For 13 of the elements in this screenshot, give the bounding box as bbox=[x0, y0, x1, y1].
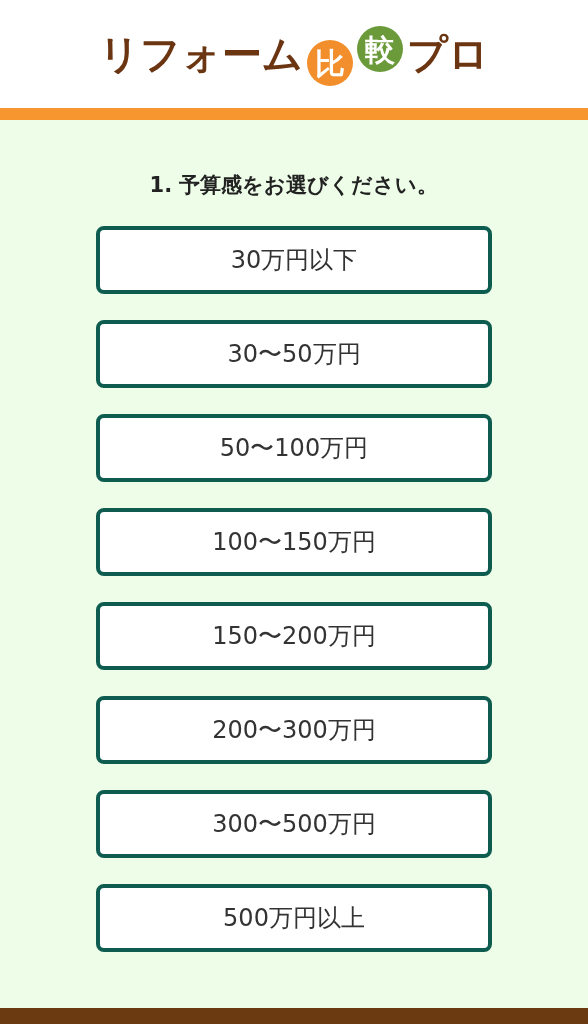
option-button[interactable]: 500万円以上 bbox=[96, 883, 492, 952]
logo-badge: 較 bbox=[357, 26, 403, 72]
logo-text: リフォーム bbox=[99, 34, 303, 74]
option-button[interactable]: 100〜150万円 bbox=[96, 507, 492, 576]
option-button[interactable]: 30万円以下 bbox=[96, 225, 492, 294]
option-button[interactable]: 50〜100万円 bbox=[96, 413, 492, 482]
option-button[interactable]: 300〜500万円 bbox=[96, 789, 492, 858]
logo-badge: 比 bbox=[307, 40, 353, 86]
logo-text: プロ bbox=[407, 34, 489, 74]
question-heading: 1. 予算感をお選びください。 bbox=[149, 172, 439, 199]
option-button[interactable]: 200〜300万円 bbox=[96, 695, 492, 764]
option-button[interactable]: 150〜200万円 bbox=[96, 601, 492, 670]
option-button[interactable]: 30〜50万円 bbox=[96, 319, 492, 388]
